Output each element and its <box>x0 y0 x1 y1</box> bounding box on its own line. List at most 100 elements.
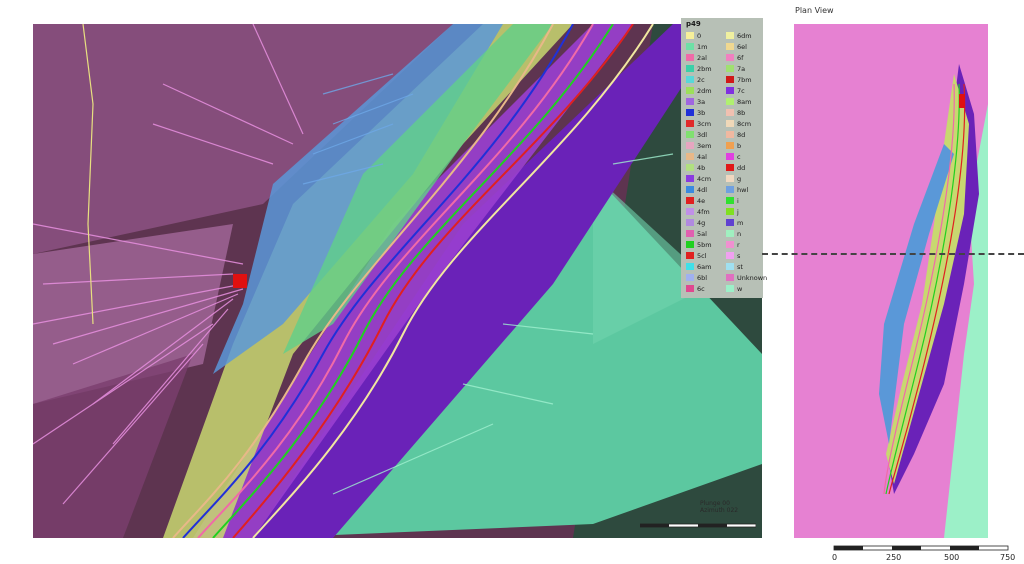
legend-swatch <box>726 131 734 138</box>
legend-swatch <box>726 219 734 226</box>
legend-item: 5bm <box>686 240 712 249</box>
legend-item: 5cl <box>686 251 707 260</box>
legend-swatch <box>686 87 694 94</box>
legend-label: 2al <box>697 53 707 62</box>
legend-item: 3em <box>686 141 711 150</box>
legend-item: st <box>726 262 743 271</box>
legend-item: 7bm <box>726 75 752 84</box>
legend-swatch <box>726 76 734 83</box>
legend-item: 3a <box>686 97 705 106</box>
scale-tick-0: 0 <box>832 553 838 562</box>
legend-swatch <box>726 98 734 105</box>
legend-item: g <box>726 174 741 183</box>
legend-swatch <box>686 109 694 116</box>
legend-swatch <box>686 241 694 248</box>
legend-swatch <box>686 98 694 105</box>
legend-swatch <box>686 43 694 50</box>
legend-label: 6dm <box>737 31 752 40</box>
legend-label: 4g <box>697 218 706 227</box>
legend-swatch <box>686 274 694 281</box>
legend-item: 2c <box>686 75 705 84</box>
legend-label: 0 <box>697 31 702 40</box>
legend-swatch <box>726 65 734 72</box>
legend-label: 3em <box>697 141 712 150</box>
legend-label: 3dl <box>697 130 708 139</box>
legend-swatch <box>726 285 734 292</box>
legend-item: 6am <box>686 262 711 271</box>
legend-label: 6am <box>697 262 712 271</box>
legend-label: 4al <box>697 152 707 161</box>
legend-item: 4g <box>686 218 705 227</box>
scale-tick-500: 500 <box>944 553 960 562</box>
legend-item: 2al <box>686 53 707 62</box>
legend-item: 6f <box>726 53 743 62</box>
legend-label: s <box>737 251 741 260</box>
legend-swatch <box>686 186 694 193</box>
legend-swatch <box>686 120 694 127</box>
legend-swatch <box>726 241 734 248</box>
lithology-legend: p49 0 1m 2al 2bm 2c 2dm 3a 3b 3cm 3dl 3em 4al 4b 4cm 4… <box>681 18 767 298</box>
legend-item: 4fm <box>686 207 710 216</box>
legend-label: 5cl <box>697 251 707 260</box>
plan-view-viewport[interactable] <box>794 24 988 538</box>
legend-swatch <box>686 32 694 39</box>
legend-label: 5al <box>697 229 707 238</box>
legend-label: 6c <box>697 284 705 293</box>
legend-swatch <box>726 109 734 116</box>
legend-swatch <box>726 208 734 215</box>
plan-view-title: Plan View <box>795 6 834 15</box>
section-3d-viewport[interactable] <box>33 24 762 538</box>
legend-label: c <box>737 152 741 161</box>
legend-item: 4b <box>686 163 705 172</box>
legend-label: n <box>737 229 742 238</box>
legend-swatch <box>726 274 734 281</box>
legend-label: 2c <box>697 75 705 84</box>
legend-item: 3b <box>686 108 705 117</box>
legend-swatch <box>686 219 694 226</box>
legend-swatch <box>726 164 734 171</box>
legend-swatch <box>686 76 694 83</box>
scale-tick-250: 250 <box>886 553 902 562</box>
legend-item: 4cm <box>686 174 711 183</box>
legend-item: 6bl <box>686 273 707 282</box>
legend-item: 7a <box>726 64 745 73</box>
legend-item: m <box>726 218 743 227</box>
legend-item: 6dm <box>726 31 752 40</box>
legend-item: 4dl <box>686 185 707 194</box>
plunge-label: Plunge 00 <box>700 500 730 507</box>
legend-label: r <box>737 240 740 249</box>
legend-label: 8b <box>737 108 746 117</box>
legend-item: 8cm <box>726 119 751 128</box>
legend-label: 8am <box>737 97 752 106</box>
legend-label: b <box>737 141 742 150</box>
legend-label: 6f <box>737 53 744 62</box>
legend-label: 4fm <box>697 207 710 216</box>
section-line-marker <box>762 253 1024 255</box>
legend-swatch <box>686 131 694 138</box>
azimuth-label: Azimuth 022 <box>700 507 739 514</box>
legend-label: j <box>737 207 739 216</box>
legend-item: b <box>726 141 741 150</box>
legend-swatch <box>726 252 734 259</box>
legend-swatch <box>686 175 694 182</box>
legend-item: w <box>726 284 742 293</box>
legend-label: 3cm <box>697 119 712 128</box>
legend-label: 8cm <box>737 119 752 128</box>
legend-item: dd <box>726 163 745 172</box>
legend-swatch <box>726 54 734 61</box>
legend-swatch <box>726 263 734 270</box>
legend-label: dd <box>737 163 746 172</box>
legend-swatch <box>686 263 694 270</box>
legend-label: 6el <box>737 42 747 51</box>
legend-swatch <box>686 54 694 61</box>
legend-swatch <box>686 142 694 149</box>
legend-swatch <box>726 197 734 204</box>
section-scale-bar <box>640 523 756 528</box>
legend-swatch <box>686 164 694 171</box>
legend-item: 7c <box>726 86 745 95</box>
legend-item: 8d <box>726 130 745 139</box>
scale-tick-750: 750 <box>1000 553 1016 562</box>
legend-label: Unknown <box>737 273 768 282</box>
legend-label: 8d <box>737 130 746 139</box>
legend-swatch <box>726 186 734 193</box>
